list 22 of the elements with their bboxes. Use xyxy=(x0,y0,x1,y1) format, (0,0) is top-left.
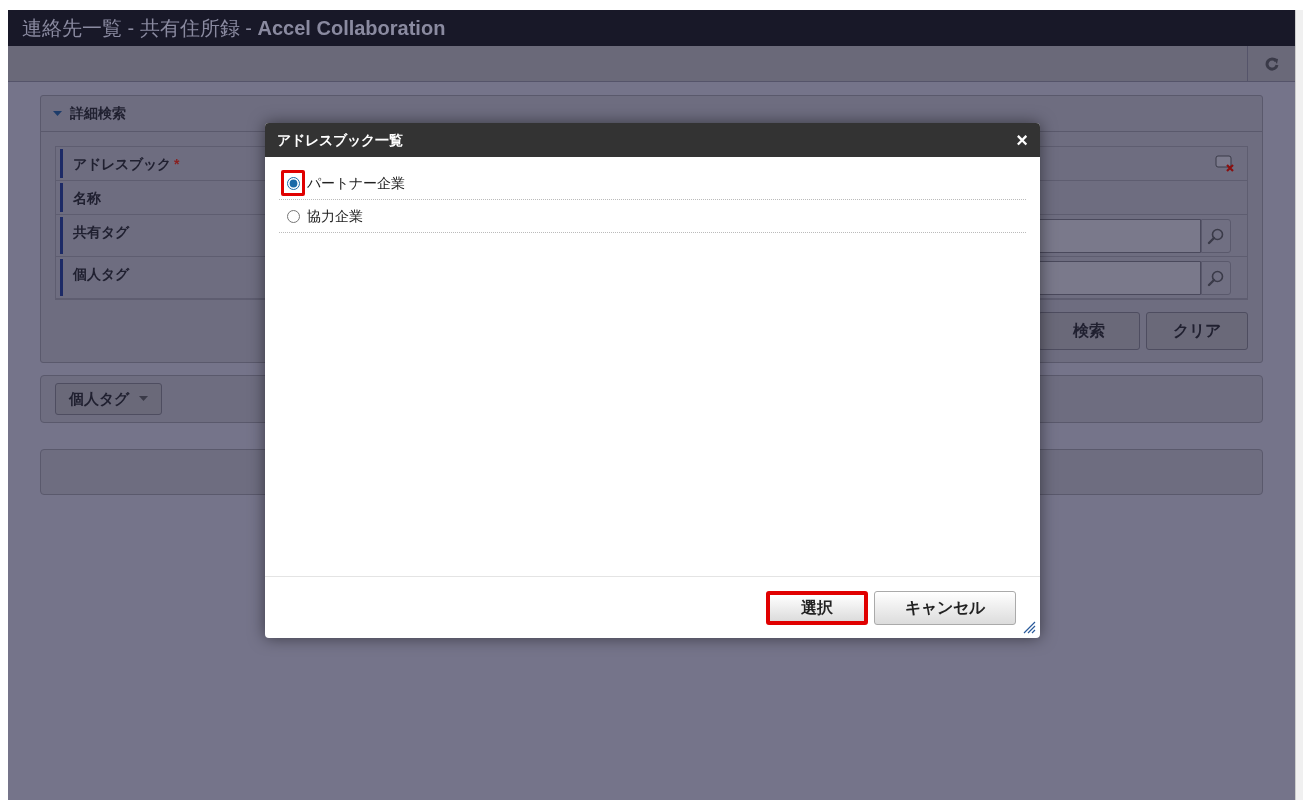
field-label: 名称 xyxy=(73,189,101,208)
radio-button[interactable] xyxy=(286,176,300,190)
radio-button[interactable] xyxy=(286,209,300,223)
search-button[interactable] xyxy=(1201,218,1231,253)
option-label[interactable]: 協力企業 xyxy=(307,205,363,227)
field-label: 共有タグ xyxy=(73,223,129,242)
search-icon[interactable] xyxy=(1207,268,1225,287)
option-label[interactable]: パートナー企業 xyxy=(307,172,405,194)
resize-grip-icon[interactable] xyxy=(1022,620,1036,634)
cancel-button[interactable]: キャンセル xyxy=(874,590,1016,625)
select-button[interactable]: 選択 xyxy=(766,590,868,625)
clear-icon[interactable] xyxy=(1215,154,1235,173)
dialog-title: アドレスブック一覧 xyxy=(277,130,403,150)
search-icon[interactable] xyxy=(1207,226,1225,245)
caret-icon xyxy=(139,396,148,402)
refresh-icon xyxy=(1264,56,1279,71)
field-label: 個人タグ xyxy=(73,265,129,284)
close-button[interactable]: × xyxy=(1016,130,1028,150)
field-label: アドレスブック xyxy=(73,155,171,174)
search-button[interactable] xyxy=(1201,260,1231,295)
required-mark: * xyxy=(174,155,180,174)
window-title: 連絡先一覧 - 共有住所録 - Accel Collaboration xyxy=(22,16,446,41)
